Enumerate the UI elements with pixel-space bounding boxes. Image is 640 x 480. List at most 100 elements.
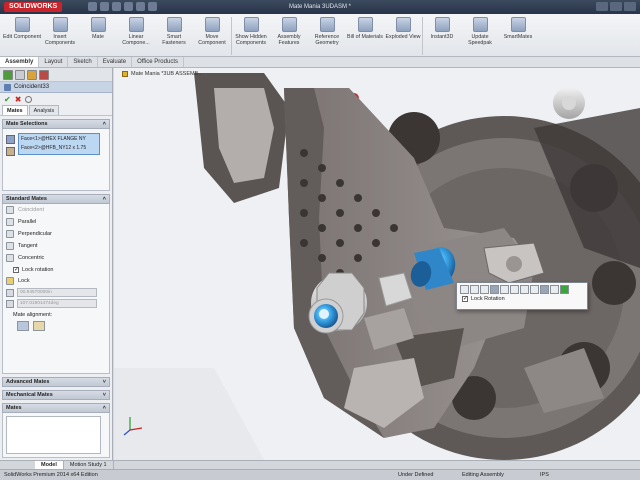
lock-rotation-checkbox[interactable]: ✓ [13, 266, 19, 273]
collapse-icon[interactable]: ˄ [103, 404, 106, 412]
mode-status: Editing Assembly [462, 472, 504, 478]
mates-header[interactable]: Mates ˄ [2, 403, 110, 413]
tangent-icon [6, 242, 14, 250]
coincident-icon[interactable] [460, 285, 469, 294]
pushpin-icon[interactable] [25, 95, 33, 103]
tab-layout[interactable]: Layout [39, 57, 69, 67]
ribbon-button-6[interactable]: Show Hidden Components [232, 14, 270, 57]
mate-selections-list[interactable]: Face<1>@HEX FLANGE NY Face<2>@HFB_NY12 x… [18, 133, 100, 155]
ribbon-button-3[interactable]: Linear Compone... [117, 14, 155, 57]
command-manager-ribbon: Edit Component Insert Components Mate Linea… [0, 14, 640, 57]
popup-lock-rotation-checkbox[interactable]: ✓ [462, 296, 468, 302]
display-manager-icon[interactable] [39, 70, 49, 80]
popup-lock-rotation-option[interactable]: ✓ Lock Rotation [457, 296, 587, 302]
mates-list[interactable] [6, 416, 101, 454]
tab-sketch[interactable]: Sketch [68, 57, 98, 67]
configuration-icon[interactable] [27, 70, 37, 80]
mate-lock[interactable]: Lock [3, 275, 109, 287]
ok-icon[interactable] [560, 285, 569, 294]
collapse-icon[interactable]: ˄ [103, 120, 106, 128]
ribbon-button-13[interactable]: SmartMates [499, 14, 537, 57]
tab-mates[interactable]: Mates [2, 105, 28, 115]
mate-type-list: Coincident Parallel Perpendicular Tangent Co… [3, 204, 109, 264]
mechanical-mates-header[interactable]: Mechanical Mates ˅ [2, 390, 110, 400]
maximize-icon[interactable] [610, 2, 622, 11]
ribbon-button-1[interactable]: Insert Components [41, 14, 79, 57]
flip-alignment-icon[interactable] [540, 285, 549, 294]
list-item[interactable]: Face<2>@HFB_NY12 x 1.75 [21, 144, 97, 153]
coincident-icon [6, 206, 14, 214]
distance-row: 00.94570000in [3, 287, 109, 298]
mate-type-concentric[interactable]: Concentric [3, 252, 109, 264]
mate-type-tangent[interactable]: Tangent [3, 240, 109, 252]
mate-type-parallel[interactable]: Parallel [3, 216, 109, 228]
tangent-icon[interactable] [530, 285, 539, 294]
ribbon-button-2[interactable]: Mate [79, 14, 117, 57]
tab-analysis[interactable]: Analysis [28, 105, 60, 115]
close-icon[interactable] [624, 2, 636, 11]
feature-tree-icon[interactable] [3, 70, 13, 80]
smart-fasteners-icon [166, 17, 182, 32]
lock-icon[interactable] [500, 285, 509, 294]
ok-icon[interactable]: ✔ [4, 95, 11, 104]
parallel-icon[interactable] [470, 285, 479, 294]
concentric-icon [6, 254, 14, 262]
mate-type-coincident[interactable]: Coincident [3, 204, 109, 216]
tab-evaluate[interactable]: Evaluate [98, 57, 133, 67]
ribbon-button-10[interactable]: Exploded View [384, 14, 422, 57]
ribbon-button-9[interactable]: Bill of Materials [346, 14, 384, 57]
distance-icon [6, 288, 14, 297]
property-manager-icon[interactable] [15, 70, 25, 80]
angle-row: 107.01901474deg [3, 298, 109, 309]
mate-popup-buttons [457, 283, 587, 296]
distance-icon[interactable] [510, 285, 519, 294]
lock-rotation-option[interactable]: ✓ Lock rotation [3, 264, 109, 275]
bottom-tabs: Model Motion Study 1 [0, 460, 640, 469]
speedpak-icon [472, 17, 488, 32]
ribbon-button-11[interactable]: Instant3D [423, 14, 461, 57]
mates-group [2, 413, 110, 458]
property-manager-actions: ✔ ✖ [0, 93, 112, 105]
standard-mates-header[interactable]: Standard Mates ˄ [2, 194, 110, 204]
advanced-mates-header[interactable]: Advanced Mates ˅ [2, 377, 110, 387]
angle-icon[interactable] [520, 285, 529, 294]
anti-aligned-icon[interactable] [33, 321, 45, 331]
standard-mates-group: Coincident Parallel Perpendicular Tangent Co… [2, 204, 110, 374]
expand-icon[interactable]: ˅ [103, 391, 106, 399]
tab-office-products[interactable]: Office Products [132, 57, 184, 67]
mate-alignment-label: Mate alignment: [13, 312, 53, 318]
perpendicular-icon[interactable] [480, 285, 489, 294]
property-manager: Coincident33 ✔ ✖ Mates Analysis Mate Sel… [0, 68, 113, 460]
ribbon-button-7[interactable]: Assembly Features [270, 14, 308, 57]
graphics-viewport[interactable]: Mate Mania *3UB ASSEMB.. ✓ Lock Rotation [114, 68, 640, 460]
bill-of-materials-icon [357, 17, 373, 32]
feature-tree-flyout[interactable]: Mate Mania *3UB ASSEMB.. [122, 71, 201, 77]
ribbon-button-8[interactable]: Reference Geometry [308, 14, 346, 57]
mate-icon [4, 83, 11, 91]
mate-selections-header[interactable]: Mate Selections ˄ [2, 119, 110, 129]
angle-field[interactable]: 107.01901474deg [17, 299, 97, 308]
assembly-model-render [114, 68, 640, 460]
ribbon-button-5[interactable]: Move Component [193, 14, 231, 57]
tab-assembly[interactable]: Assembly [0, 57, 40, 67]
distance-field[interactable]: 00.94570000in [17, 288, 97, 297]
list-item[interactable]: Face<1>@HEX FLANGE NY [21, 135, 97, 144]
tab-model[interactable]: Model [35, 461, 64, 469]
aligned-icon[interactable] [17, 321, 29, 331]
units-status[interactable]: IPS [540, 470, 549, 480]
title-bar: SOLIDWORKS Mate Mania 3UDASM * [0, 0, 640, 14]
minimize-icon[interactable] [596, 2, 608, 11]
concentric-icon[interactable] [490, 285, 499, 294]
collapse-icon[interactable]: ˄ [103, 195, 106, 203]
cancel-icon[interactable]: ✖ [15, 95, 22, 104]
undo-icon[interactable] [550, 285, 559, 294]
tab-motion-study[interactable]: Motion Study 1 [64, 461, 114, 469]
ribbon-button-4[interactable]: Smart Fasteners [155, 14, 193, 57]
reference-geometry-icon [319, 17, 335, 32]
ribbon-button-0[interactable]: Edit Component [3, 14, 41, 57]
expand-icon[interactable]: ˅ [103, 378, 106, 386]
mate-type-perpendicular[interactable]: Perpendicular [3, 228, 109, 240]
ribbon-button-12[interactable]: Update Speedpak [461, 14, 499, 57]
ribbon-button-label: Insert Components [44, 34, 76, 46]
linear-pattern-icon [128, 17, 144, 32]
